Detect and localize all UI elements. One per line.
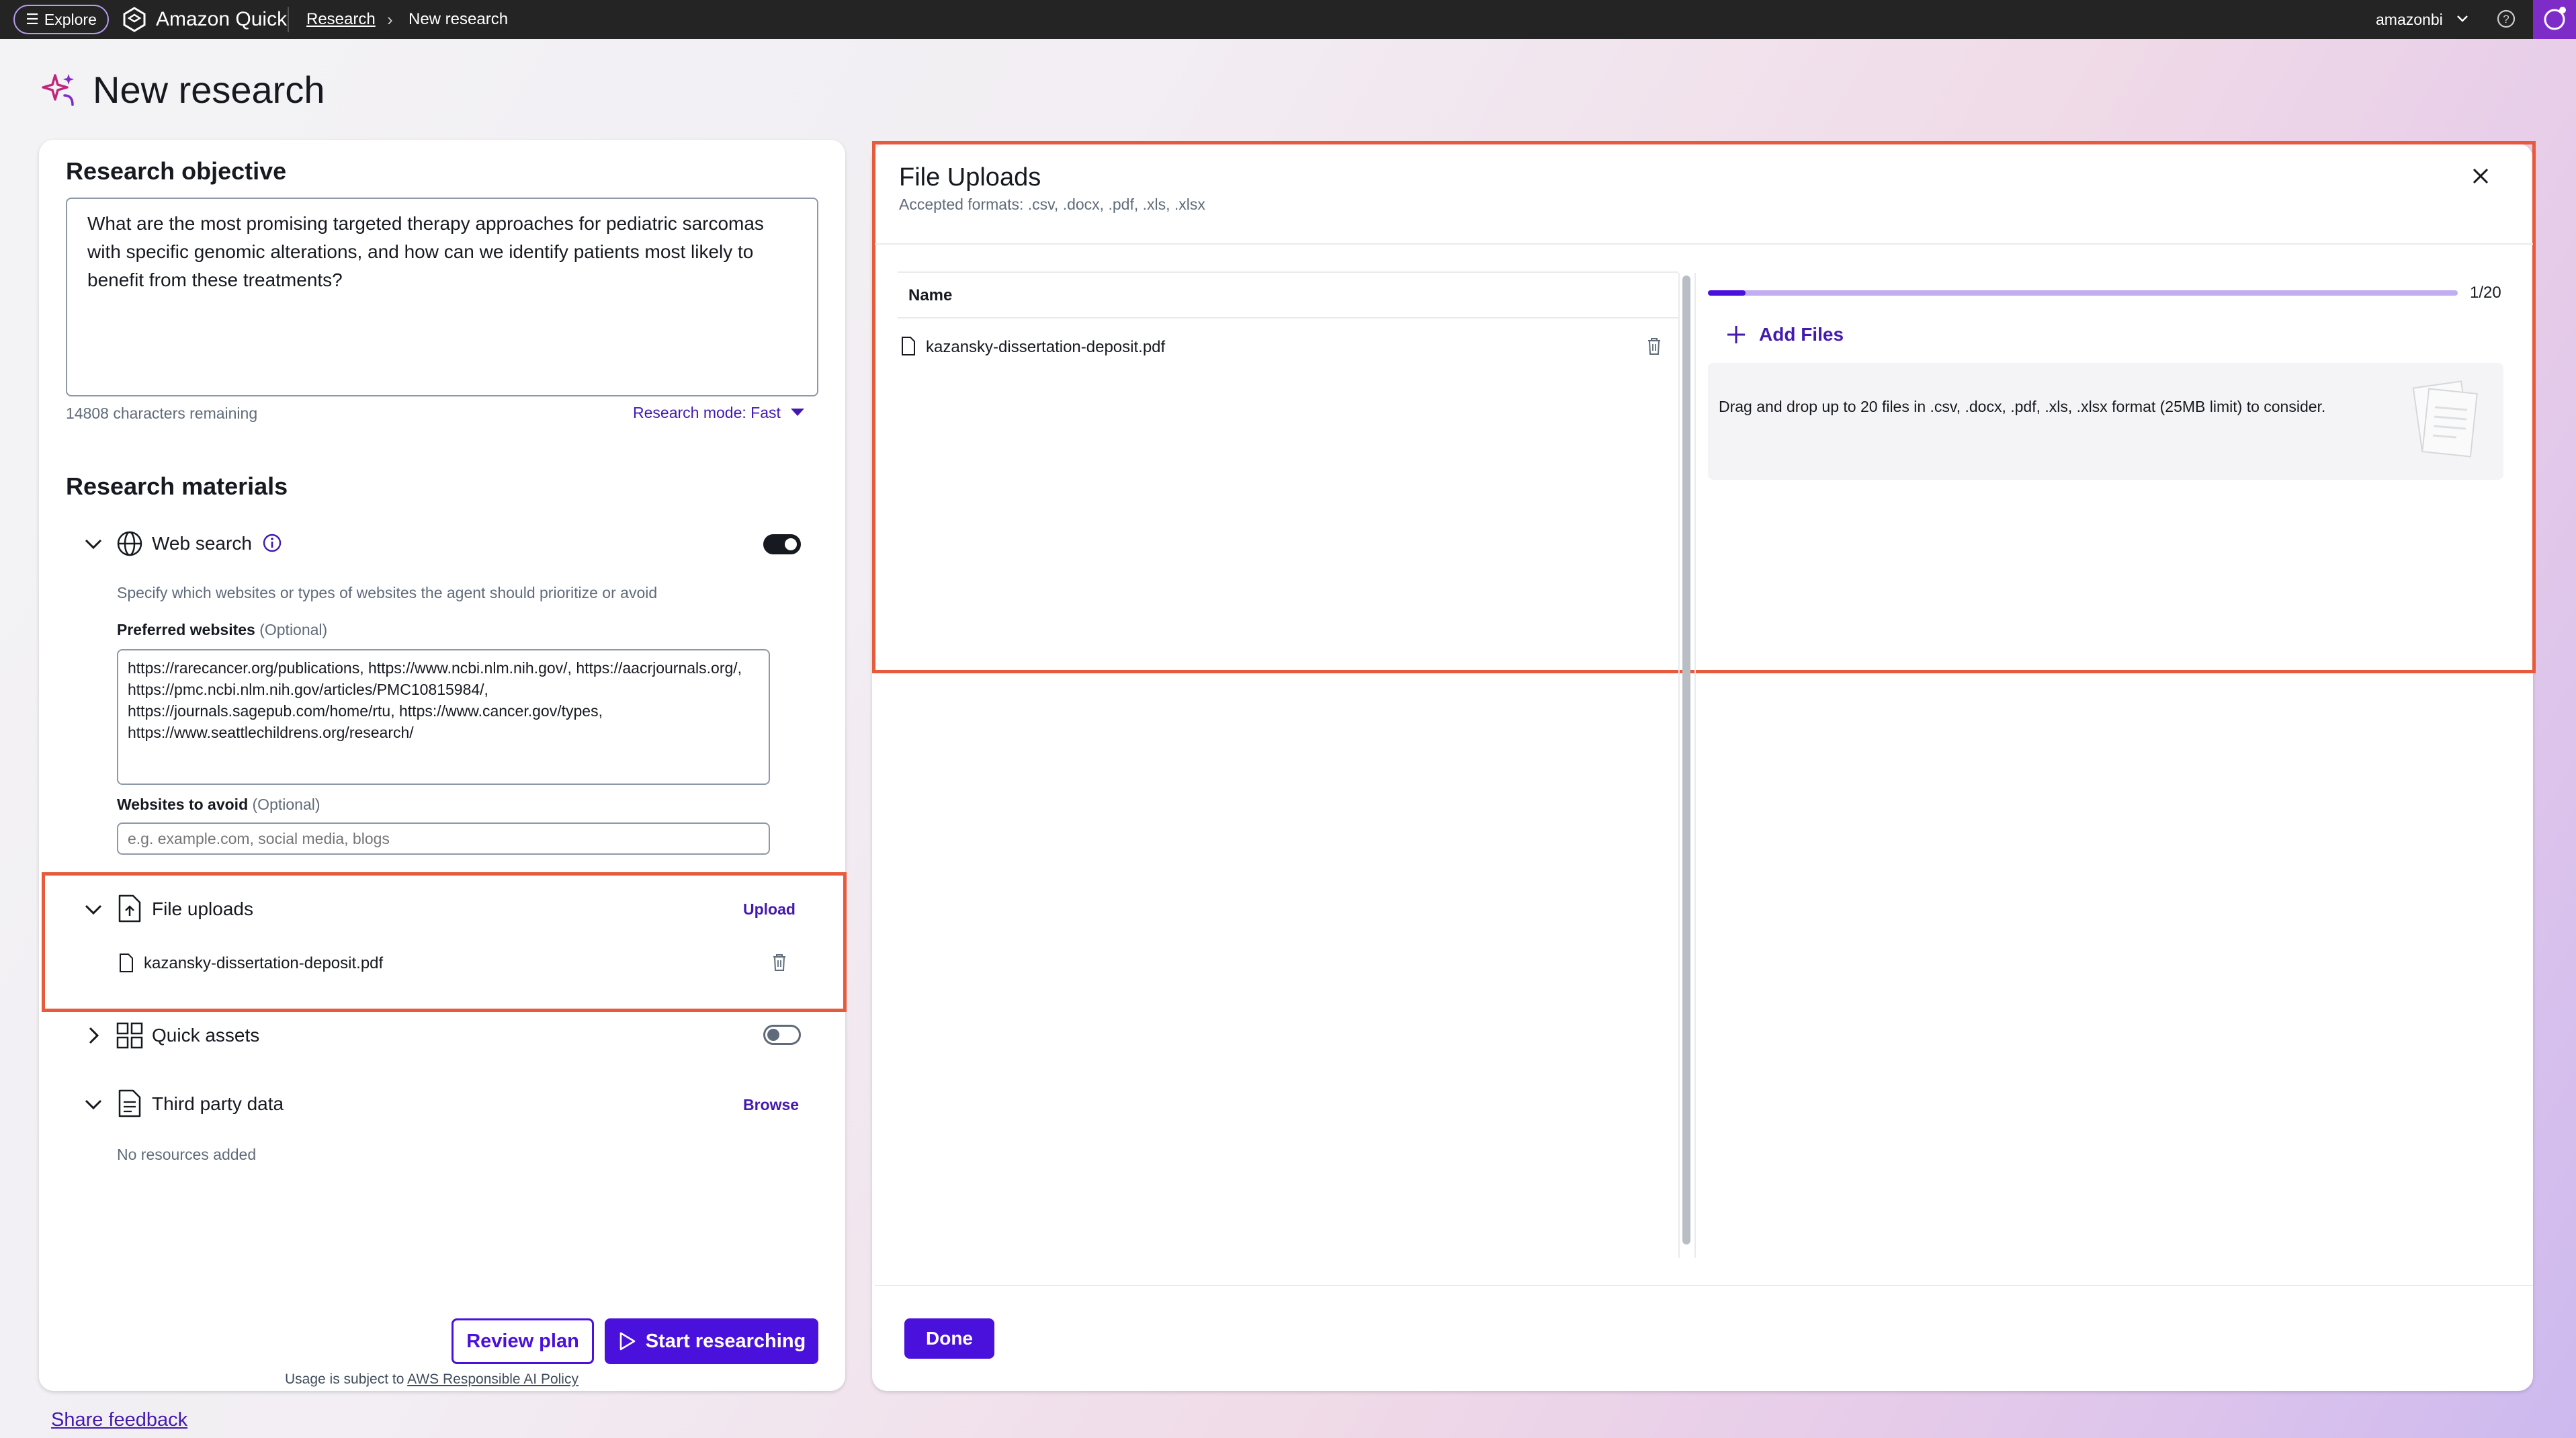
research-sparkle-icon — [42, 74, 74, 106]
trash-icon[interactable] — [770, 952, 789, 972]
web-search-label: Web search — [152, 533, 252, 554]
start-researching-label: Start researching — [645, 1330, 806, 1352]
menu-icon: ☰ — [26, 11, 39, 28]
grid-icon — [116, 1022, 143, 1049]
divider — [288, 7, 289, 32]
responsible-ai-policy-link[interactable]: AWS Responsible AI Policy — [407, 1371, 578, 1387]
file-uploads-highlight — [42, 872, 847, 1012]
research-mode-label: Research mode: Fast — [633, 404, 781, 421]
page-title: New research — [93, 69, 325, 111]
assistant-button[interactable] — [2533, 0, 2576, 39]
chevron-down-icon[interactable] — [82, 898, 105, 921]
toggle-knob — [785, 538, 797, 550]
column-header-name: Name — [908, 286, 953, 304]
divider — [875, 1285, 2533, 1286]
panel-scrollbar[interactable] — [1682, 276, 1690, 1244]
websites-to-avoid-label-text: Websites to avoid — [117, 796, 249, 813]
trash-icon[interactable] — [1645, 336, 1664, 356]
websites-to-avoid-label: Websites to avoid (Optional) — [117, 794, 320, 814]
upload-count: 1/20 — [2470, 284, 2501, 302]
documents-illustration-icon — [2412, 380, 2478, 458]
document-list-icon — [118, 1089, 141, 1117]
user-menu[interactable]: amazonbi — [2376, 8, 2443, 31]
document-icon — [120, 954, 133, 972]
research-objective-input[interactable]: What are the most promising targeted the… — [66, 198, 818, 396]
usage-prefix: Usage is subject to — [285, 1371, 404, 1387]
optional-tag: (Optional) — [259, 621, 328, 638]
assistant-icon — [2544, 7, 2566, 30]
info-icon[interactable] — [262, 533, 282, 553]
optional-tag: (Optional) — [252, 796, 320, 813]
top-navigation-bar: ☰ Explore Amazon Quick Research › New re… — [0, 0, 2576, 39]
divider — [875, 243, 2533, 245]
review-plan-button[interactable]: Review plan — [452, 1318, 594, 1364]
explore-button[interactable]: ☰ Explore — [13, 5, 109, 34]
preferred-websites-label-text: Preferred websites — [117, 621, 255, 638]
modal-file-name: kazansky-dissertation-deposit.pdf — [926, 338, 1166, 356]
add-files-label: Add Files — [1759, 324, 1844, 345]
third-party-data-label: Third party data — [152, 1093, 284, 1114]
add-files-button[interactable]: Add Files — [1725, 321, 1844, 348]
no-resources-text: No resources added — [117, 1146, 257, 1163]
chevron-down-icon[interactable] — [82, 532, 105, 555]
done-button[interactable]: Done — [904, 1318, 994, 1359]
divider — [898, 271, 1678, 273]
plus-icon — [1727, 326, 1745, 343]
web-search-toggle[interactable] — [763, 534, 801, 554]
quick-assets-label: Quick assets — [152, 1025, 260, 1046]
uploaded-file-name: kazansky-dissertation-deposit.pdf — [144, 954, 384, 972]
file-upload-icon — [118, 894, 141, 923]
browse-link[interactable]: Browse — [743, 1094, 799, 1115]
quick-assets-toggle[interactable] — [763, 1025, 801, 1045]
globe-icon — [117, 531, 142, 556]
characters-remaining: 14808 characters remaining — [66, 405, 258, 422]
app-title: Amazon Quick — [156, 8, 288, 30]
accepted-formats: Accepted formats: .csv, .docx, .pdf, .xl… — [899, 196, 1205, 213]
web-search-hint: Specify which websites or types of websi… — [117, 584, 658, 601]
document-icon — [902, 337, 915, 355]
start-researching-button[interactable]: Start researching — [605, 1318, 818, 1364]
research-objective-heading: Research objective — [66, 157, 287, 185]
drop-zone-text: Drag and drop up to 20 files in .csv, .d… — [1719, 398, 2326, 415]
caret-down-icon — [790, 409, 804, 416]
chevron-right-icon: › — [387, 9, 393, 30]
close-icon[interactable] — [2468, 164, 2493, 188]
upload-link[interactable]: Upload — [743, 898, 796, 920]
amazon-quick-logo-icon — [123, 7, 146, 32]
file-uploads-label: File uploads — [152, 898, 253, 919]
preferred-websites-label: Preferred websites (Optional) — [117, 620, 327, 640]
drop-zone[interactable] — [1708, 363, 2503, 480]
progress-fill — [1708, 290, 1746, 296]
chevron-right-icon[interactable] — [82, 1024, 105, 1047]
websites-to-avoid-input[interactable] — [117, 822, 770, 855]
usage-notice: Usage is subject to AWS Responsible AI P… — [285, 1369, 578, 1390]
upload-limit-progress — [1708, 290, 2458, 296]
research-materials-heading: Research materials — [66, 472, 288, 500]
toggle-knob — [767, 1029, 779, 1041]
divider — [1694, 273, 1696, 1258]
modal-title: File Uploads — [899, 163, 1041, 192]
divider — [1678, 273, 1680, 1258]
explore-label: Explore — [44, 10, 97, 28]
chevron-down-icon[interactable] — [82, 1093, 105, 1115]
svg-text:?: ? — [2503, 13, 2509, 26]
chevron-down-icon[interactable] — [2454, 9, 2471, 27]
breadcrumb-current: New research — [409, 10, 509, 28]
preferred-websites-input[interactable]: https://rarecancer.org/publications, htt… — [117, 649, 770, 785]
research-mode-selector[interactable]: Research mode: Fast — [633, 402, 805, 423]
breadcrumb-research-link[interactable]: Research — [306, 8, 376, 31]
divider — [898, 317, 1678, 319]
share-feedback-link[interactable]: Share feedback — [51, 1407, 187, 1433]
play-icon — [619, 1332, 636, 1351]
help-icon[interactable]: ? — [2495, 8, 2517, 30]
